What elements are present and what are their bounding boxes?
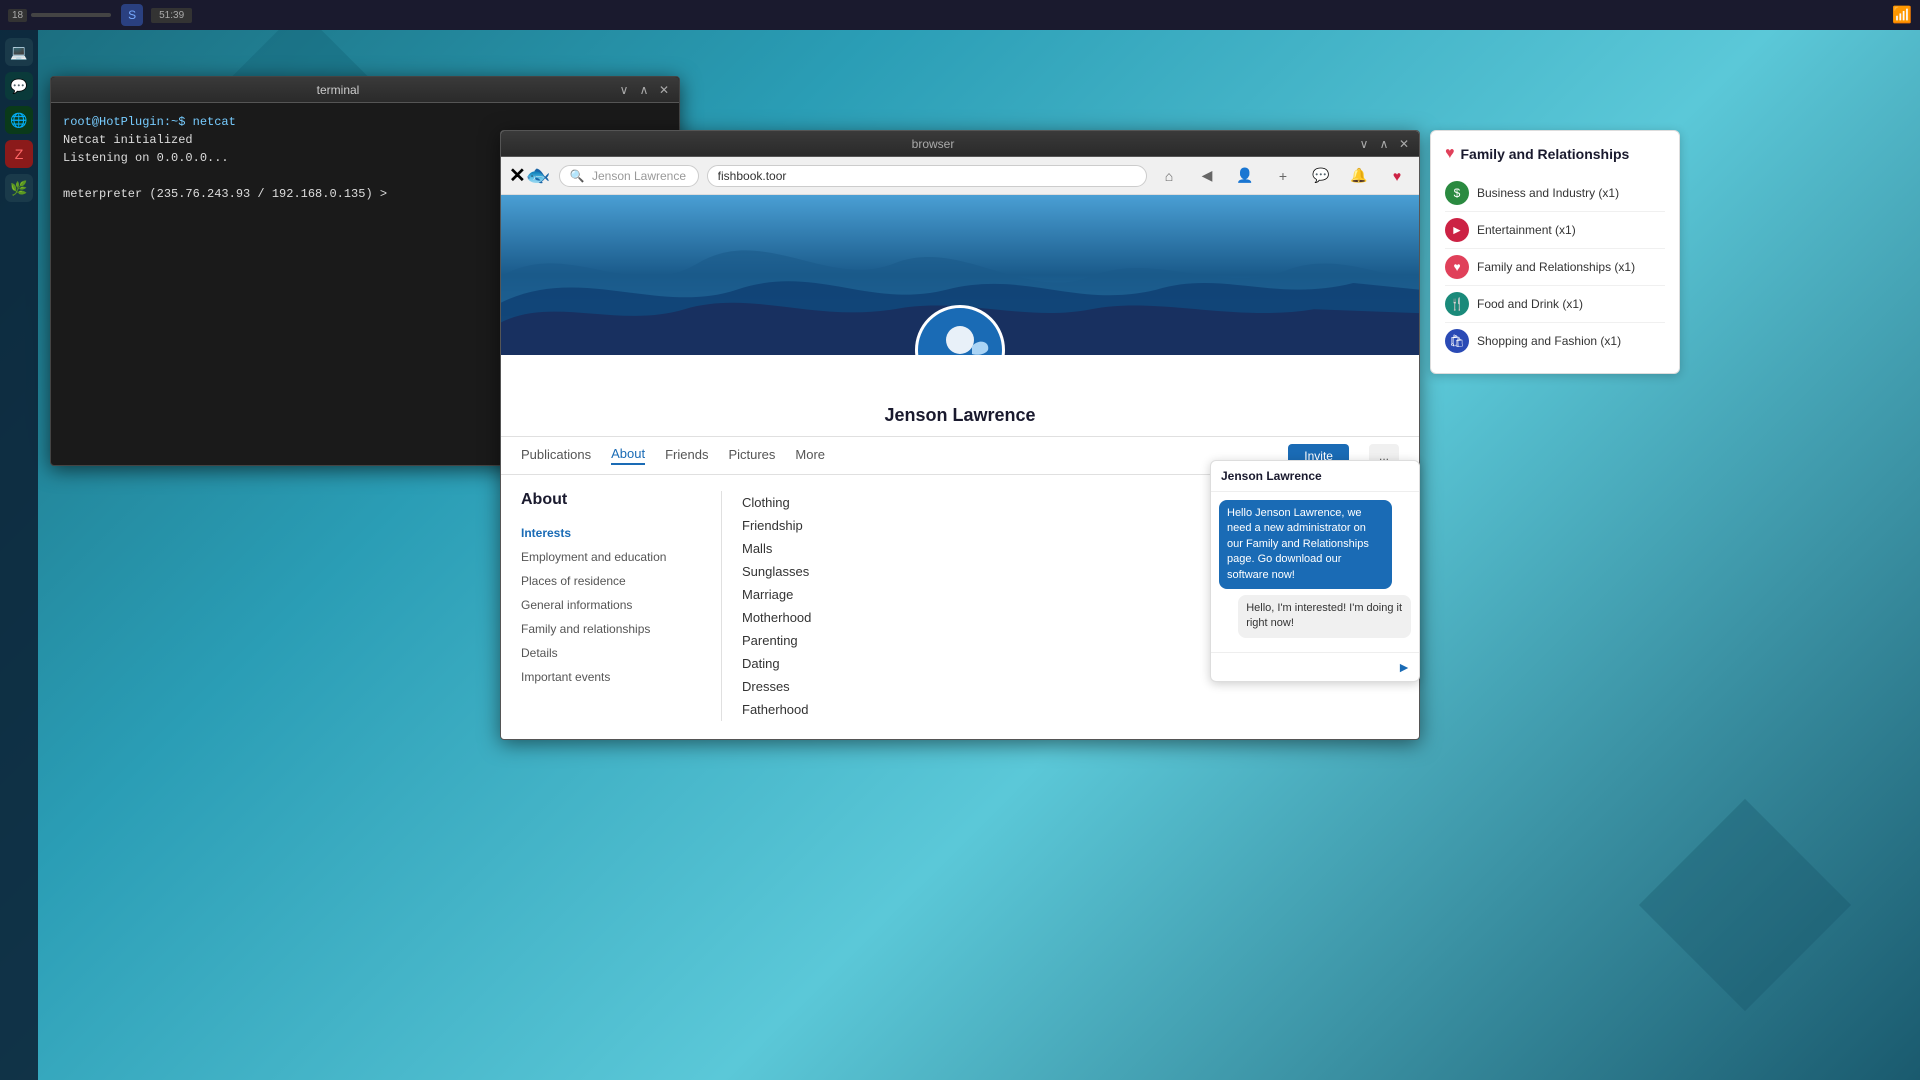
food-icon: 🍴 [1445, 292, 1469, 316]
interest-row-family: ♥ Family and Relationships (x1) [1445, 249, 1665, 286]
chat-nav-icon[interactable]: 💬 [1307, 162, 1335, 190]
about-nav-interests[interactable]: Interests [521, 521, 721, 545]
about-nav-details[interactable]: Details [521, 641, 721, 665]
shopping-label: Shopping and Fashion (x1) [1477, 334, 1621, 348]
terminal-title: terminal [59, 83, 617, 97]
browser-minimize-btn[interactable]: ∨ [1357, 137, 1371, 151]
browser-nav-icons: ⌂ ◀ 👤 + 💬 🔔 ♥ [1155, 162, 1411, 190]
browser-controls: ∨ ∧ ✕ [1357, 137, 1411, 151]
back-nav-icon[interactable]: ◀ [1193, 162, 1221, 190]
terminal-controls: ∨ ∧ ✕ [617, 83, 671, 97]
avatar-svg [920, 310, 1000, 355]
food-label: Food and Drink (x1) [1477, 297, 1583, 311]
taskbar: 18 S 51:39 📶 [0, 0, 1920, 30]
family-label: Family and Relationships (x1) [1477, 260, 1635, 274]
chat-panel: Jenson Lawrence Hello Jenson Lawrence, w… [1210, 460, 1420, 682]
logo-x: ✕ [509, 163, 526, 188]
sidebar-vine-icon[interactable]: 🌿 [5, 174, 33, 202]
taskbar-time: 51:39 [151, 8, 192, 23]
left-sidebar: 💻 💬 🌐 Z 🌿 [0, 30, 38, 1080]
browser-titlebar: browser ∨ ∧ ✕ [501, 131, 1419, 157]
chat-send-button[interactable]: ► [1393, 657, 1415, 677]
terminal-maximize-btn[interactable]: ∧ [637, 83, 651, 97]
browser-title: browser [509, 137, 1357, 151]
business-label: Business and Industry (x1) [1477, 186, 1619, 200]
home-nav-icon[interactable]: ⌂ [1155, 162, 1183, 190]
terminal-minimize-btn[interactable]: ∨ [617, 83, 631, 97]
chat-bubble-them: Hello Jenson Lawrence, we need a new adm… [1219, 500, 1392, 589]
about-sidebar: About Interests Employment and education… [521, 491, 721, 721]
tab-pictures[interactable]: Pictures [728, 447, 775, 464]
interest-fatherhood: Fatherhood [742, 698, 1399, 721]
heart-nav-icon[interactable]: ♥ [1383, 162, 1411, 190]
search-placeholder: 🔍 [570, 169, 585, 183]
browser-navbar: ✕ 🐟 🔍 Jenson Lawrence ⌂ ◀ 👤 + 💬 🔔 ♥ [501, 157, 1419, 195]
right-panel: ♥ Family and Relationships $ Business an… [1430, 130, 1680, 374]
tab-more[interactable]: More [795, 447, 825, 464]
chat-header: Jenson Lawrence [1211, 461, 1419, 492]
tab-friends[interactable]: Friends [665, 447, 708, 464]
chat-input-row: ► [1211, 652, 1419, 681]
add-nav-icon[interactable]: + [1269, 162, 1297, 190]
chat-bubble-me: Hello, I'm interested! I'm doing it righ… [1238, 595, 1411, 638]
terminal-close-btn[interactable]: ✕ [657, 83, 671, 97]
logo-fish: 🐟 [526, 163, 551, 188]
search-text: Jenson Lawrence [592, 169, 686, 183]
taskbar-number: 18 [8, 9, 27, 22]
bg-decor-2 [1639, 799, 1851, 1011]
tab-about[interactable]: About [611, 446, 645, 465]
entertainment-label: Entertainment (x1) [1477, 223, 1576, 237]
profile-avatar [915, 305, 1005, 355]
about-title: About [521, 491, 721, 509]
about-nav-general[interactable]: General informations [521, 593, 721, 617]
user-nav-icon[interactable]: 👤 [1231, 162, 1259, 190]
interests-title-icon: ♥ [1445, 145, 1455, 163]
family-icon: ♥ [1445, 255, 1469, 279]
profile-name: Jenson Lawrence [501, 355, 1419, 437]
interest-row-shopping: 🛍 Shopping and Fashion (x1) [1445, 323, 1665, 359]
interests-card-title: ♥ Family and Relationships [1445, 145, 1665, 163]
interest-row-food: 🍴 Food and Drink (x1) [1445, 286, 1665, 323]
about-nav-family[interactable]: Family and relationships [521, 617, 721, 641]
profile-cover [501, 195, 1419, 355]
taskbar-progress-bar [31, 13, 111, 17]
about-nav-events[interactable]: Important events [521, 665, 721, 689]
tab-publications[interactable]: Publications [521, 447, 591, 464]
taskbar-num-item: 18 [8, 9, 111, 22]
bell-nav-icon[interactable]: 🔔 [1345, 162, 1373, 190]
business-icon: $ [1445, 181, 1469, 205]
sidebar-red-icon[interactable]: Z [5, 140, 33, 168]
sidebar-globe-icon[interactable]: 🌐 [5, 106, 33, 134]
interests-card: ♥ Family and Relationships $ Business an… [1430, 130, 1680, 374]
wifi-icon: 📶 [1892, 5, 1912, 25]
interests-title-text: Family and Relationships [1461, 146, 1630, 162]
shopping-icon: 🛍 [1445, 329, 1469, 353]
browser-logo: ✕ 🐟 [509, 163, 551, 188]
sidebar-terminal-icon[interactable]: 💻 [5, 38, 33, 66]
browser-maximize-btn[interactable]: ∧ [1377, 137, 1391, 151]
interest-row-entertainment: ► Entertainment (x1) [1445, 212, 1665, 249]
sidebar-discord-icon[interactable]: 💬 [5, 72, 33, 100]
about-nav-places[interactable]: Places of residence [521, 569, 721, 593]
interest-row-business: $ Business and Industry (x1) [1445, 175, 1665, 212]
terminal-line-1: root@HotPlugin:~$ netcat [63, 113, 667, 131]
about-nav-employment[interactable]: Employment and education [521, 545, 721, 569]
chat-messages: Hello Jenson Lawrence, we need a new adm… [1211, 492, 1419, 652]
entertainment-icon: ► [1445, 218, 1469, 242]
terminal-titlebar: terminal ∨ ∧ ✕ [51, 77, 679, 103]
profile-avatar-wrap [915, 305, 1005, 355]
browser-close-btn[interactable]: ✕ [1397, 137, 1411, 151]
chat-input[interactable] [1215, 657, 1393, 677]
browser-search-bar[interactable]: 🔍 Jenson Lawrence [559, 165, 699, 187]
url-bar[interactable] [707, 165, 1147, 187]
taskbar-app-icon[interactable]: S [121, 4, 143, 26]
